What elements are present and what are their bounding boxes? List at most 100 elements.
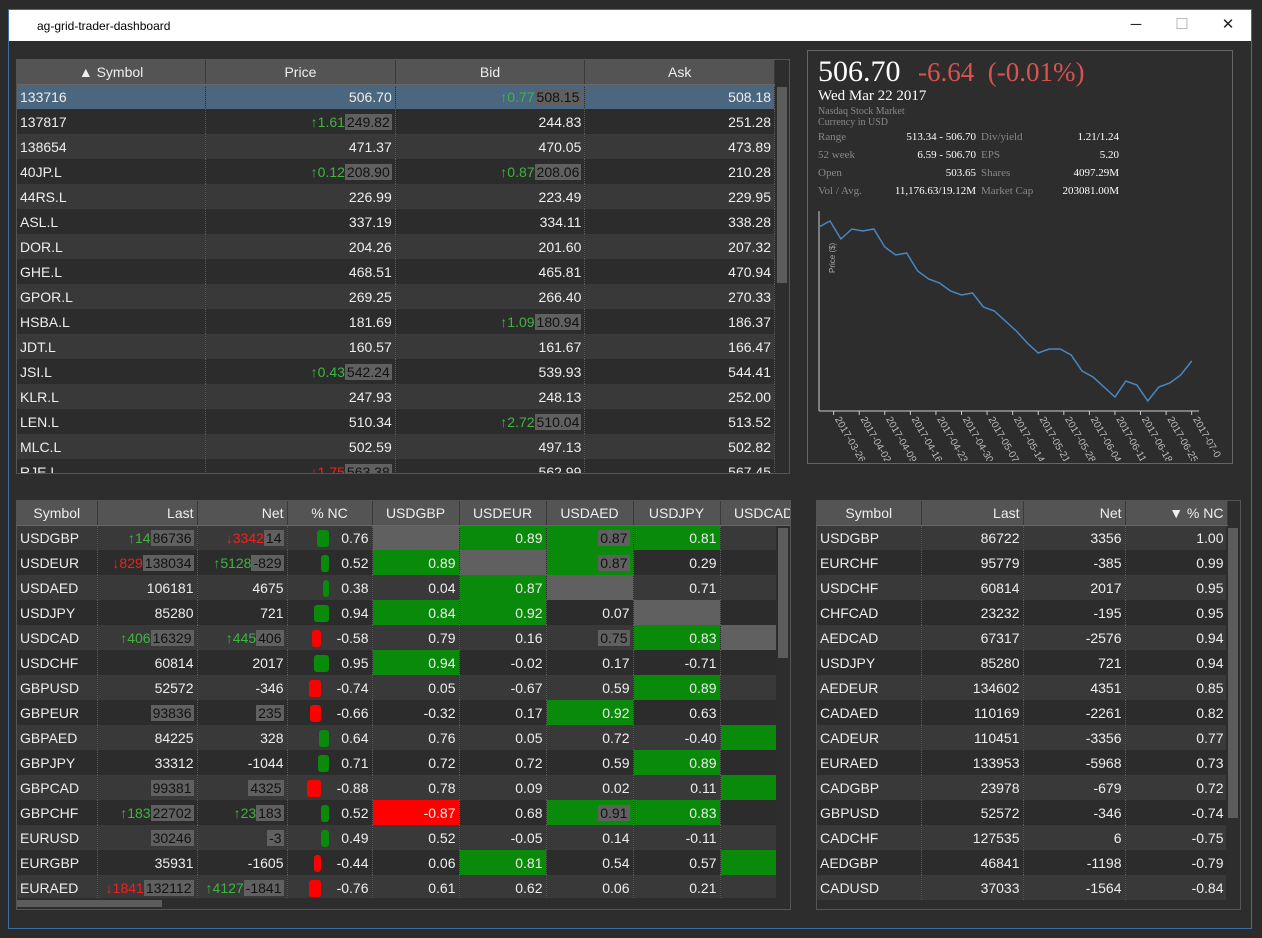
price-cell[interactable]: 204.26 bbox=[205, 234, 396, 259]
net-cell[interactable]: -1605 bbox=[197, 850, 288, 875]
bid-cell[interactable]: ↑0.87 208.06 bbox=[395, 159, 586, 184]
table-row[interactable]: 138654 471.37 470.05 473.89 bbox=[17, 134, 775, 159]
table-row[interactable]: DOR.L 204.26 201.60 207.32 bbox=[17, 234, 775, 259]
table-row[interactable]: ASL.L 337.19 334.11 338.28 bbox=[17, 209, 775, 234]
symbol-cell[interactable]: CHFCAD bbox=[817, 600, 922, 625]
correlation-cell[interactable]: -0.05 bbox=[459, 825, 547, 850]
bid-cell[interactable]: 470.05 bbox=[395, 134, 586, 159]
pct-nc-cell[interactable]: 0.94 bbox=[287, 600, 373, 625]
net-cell[interactable]: 6 bbox=[1023, 825, 1126, 850]
bid-cell[interactable]: 223.49 bbox=[395, 184, 586, 209]
ask-cell[interactable]: 513.52 bbox=[584, 409, 775, 434]
symbol-cell[interactable]: USDGBP bbox=[17, 525, 98, 550]
price-cell[interactable]: 337.19 bbox=[205, 209, 396, 234]
table-row[interactable]: GBPUSD 52572 -346 -0.74 bbox=[817, 800, 1228, 825]
correlation-cell[interactable]: 0.14 bbox=[546, 825, 634, 850]
ask-cell[interactable]: 338.28 bbox=[584, 209, 775, 234]
correlation-cell[interactable]: -0.71 bbox=[633, 650, 721, 675]
price-cell[interactable]: 468.51 bbox=[205, 259, 396, 284]
net-cell[interactable]: 3356 bbox=[1023, 525, 1126, 550]
bid-cell[interactable]: ↑1.09 180.94 bbox=[395, 309, 586, 334]
net-cell[interactable]: 4325 bbox=[197, 775, 288, 800]
net-cell[interactable]: -195 bbox=[1023, 600, 1126, 625]
price-grid-scrollbar[interactable] bbox=[775, 85, 789, 473]
ask-cell[interactable]: 229.95 bbox=[584, 184, 775, 209]
scroll-thumb[interactable] bbox=[1228, 528, 1238, 818]
table-row[interactable]: EURAED ↓1841 132112 ↑4127 -1841 -0.76 0.61 0.62… bbox=[17, 875, 790, 900]
symbol-cell[interactable]: USDCAD bbox=[17, 625, 98, 650]
last-cell[interactable]: 110169 bbox=[921, 700, 1024, 725]
correlation-cell[interactable] bbox=[633, 600, 721, 625]
correlation-cell[interactable]: 0.09 bbox=[459, 775, 547, 800]
bid-cell[interactable]: 244.83 bbox=[395, 109, 586, 134]
table-row[interactable]: CHFCAD 23232 -195 0.95 bbox=[817, 600, 1228, 625]
table-row[interactable]: KLR.L 247.93 248.13 252.00 bbox=[17, 384, 775, 409]
symbol-cell[interactable]: 137817 bbox=[17, 109, 207, 134]
table-row[interactable]: EURGBP35931-1605-0.440.060.810.540.570 bbox=[17, 850, 790, 875]
pct-nc-cell[interactable]: -0.79 bbox=[1125, 850, 1228, 875]
correlation-cell[interactable] bbox=[372, 525, 460, 550]
correlation-cell[interactable]: 0.07 bbox=[546, 600, 634, 625]
table-row[interactable]: MLC.L 502.59 497.13 502.82 bbox=[17, 434, 775, 459]
table-row[interactable]: AEDCAD 67317 -2576 0.94 bbox=[817, 625, 1228, 650]
price-cell[interactable]: ↓1.75 563.38 bbox=[205, 459, 396, 473]
symbol-cell[interactable]: GBPAED bbox=[17, 725, 98, 750]
scroll-thumb[interactable] bbox=[778, 528, 788, 658]
symbol-cell[interactable]: AEDGBP bbox=[817, 850, 922, 875]
symbol-cell[interactable]: GBPCAD bbox=[17, 775, 98, 800]
symbol-cell[interactable]: EURAED bbox=[17, 875, 98, 900]
symbol-cell[interactable]: 40JP.L bbox=[17, 159, 207, 184]
ask-cell[interactable]: 544.41 bbox=[584, 359, 775, 384]
pct-nc-cell[interactable]: -0.74 bbox=[287, 675, 373, 700]
ask-cell[interactable]: 470.94 bbox=[584, 259, 775, 284]
net-cell[interactable]: -1198 bbox=[1023, 850, 1126, 875]
pct-nc-cell[interactable]: -0.76 bbox=[287, 875, 373, 900]
correlation-cell[interactable]: -0.02 bbox=[459, 650, 547, 675]
bid-cell[interactable]: 266.40 bbox=[395, 284, 586, 309]
correlation-cell[interactable]: 0.92 bbox=[546, 700, 634, 725]
correlation-cell[interactable]: 0.59 bbox=[546, 750, 634, 775]
correlation-cell[interactable]: 0.61 bbox=[372, 875, 460, 900]
pct-nc-cell[interactable]: 0.72 bbox=[1125, 775, 1228, 800]
last-cell[interactable]: 33312 bbox=[97, 750, 198, 775]
last-cell[interactable]: 37033 bbox=[921, 875, 1024, 900]
bid-cell[interactable]: 465.81 bbox=[395, 259, 586, 284]
col-header-usdgbp[interactable]: USDGBP bbox=[372, 501, 460, 526]
net-cell[interactable]: ↓3342 14 bbox=[197, 525, 288, 550]
last-cell[interactable]: ↓829 138034 bbox=[97, 550, 198, 575]
pct-nc-cell[interactable]: 0.38 bbox=[287, 575, 373, 600]
last-cell[interactable]: ↑406 16329 bbox=[97, 625, 198, 650]
last-cell[interactable]: ↓1841 132112 bbox=[97, 875, 198, 900]
table-row[interactable]: GBPAED842253280.640.760.050.72-0.400 bbox=[17, 725, 790, 750]
net-cell[interactable]: 328 bbox=[197, 725, 288, 750]
last-cell[interactable]: 133953 bbox=[921, 750, 1024, 775]
correlation-cell[interactable] bbox=[546, 575, 634, 600]
symbol-cell[interactable]: 44RS.L bbox=[17, 184, 207, 209]
ask-cell[interactable]: 251.28 bbox=[584, 109, 775, 134]
correlation-cell[interactable]: 0.76 bbox=[372, 725, 460, 750]
correlation-cell[interactable]: 0.87 bbox=[459, 575, 547, 600]
net-cell[interactable]: -1044 bbox=[197, 750, 288, 775]
last-cell[interactable]: 85280 bbox=[97, 600, 198, 625]
correlation-cell[interactable]: 0.59 bbox=[546, 675, 634, 700]
symbol-cell[interactable]: AEDCAD bbox=[817, 625, 922, 650]
pct-nc-cell[interactable]: 0.95 bbox=[1125, 600, 1228, 625]
pct-nc-cell[interactable]: 0.52 bbox=[287, 800, 373, 825]
last-cell[interactable]: 106181 bbox=[97, 575, 198, 600]
ask-cell[interactable]: 166.47 bbox=[584, 334, 775, 359]
pct-nc-cell[interactable]: 0.85 bbox=[1125, 675, 1228, 700]
scroll-thumb[interactable] bbox=[17, 900, 162, 907]
symbol-cell[interactable]: GBPUSD bbox=[817, 800, 922, 825]
net-cell[interactable]: -5968 bbox=[1023, 750, 1126, 775]
last-cell[interactable]: 60814 bbox=[921, 575, 1024, 600]
correlation-cell[interactable]: -0.32 bbox=[372, 700, 460, 725]
last-cell[interactable]: 23978 bbox=[921, 775, 1024, 800]
col-header-symbol[interactable]: Symbol bbox=[817, 501, 922, 526]
pct-nc-cell[interactable]: -0.75 bbox=[1125, 825, 1228, 850]
last-cell[interactable]: 67317 bbox=[921, 625, 1024, 650]
last-cell[interactable]: 23232 bbox=[921, 600, 1024, 625]
bid-cell[interactable]: 334.11 bbox=[395, 209, 586, 234]
correlation-cell[interactable]: 0.89 bbox=[459, 525, 547, 550]
correlation-cell[interactable]: 0.79 bbox=[372, 625, 460, 650]
table-row[interactable]: GBPEUR93836235-0.66-0.320.170.920.63-0 bbox=[17, 700, 790, 725]
